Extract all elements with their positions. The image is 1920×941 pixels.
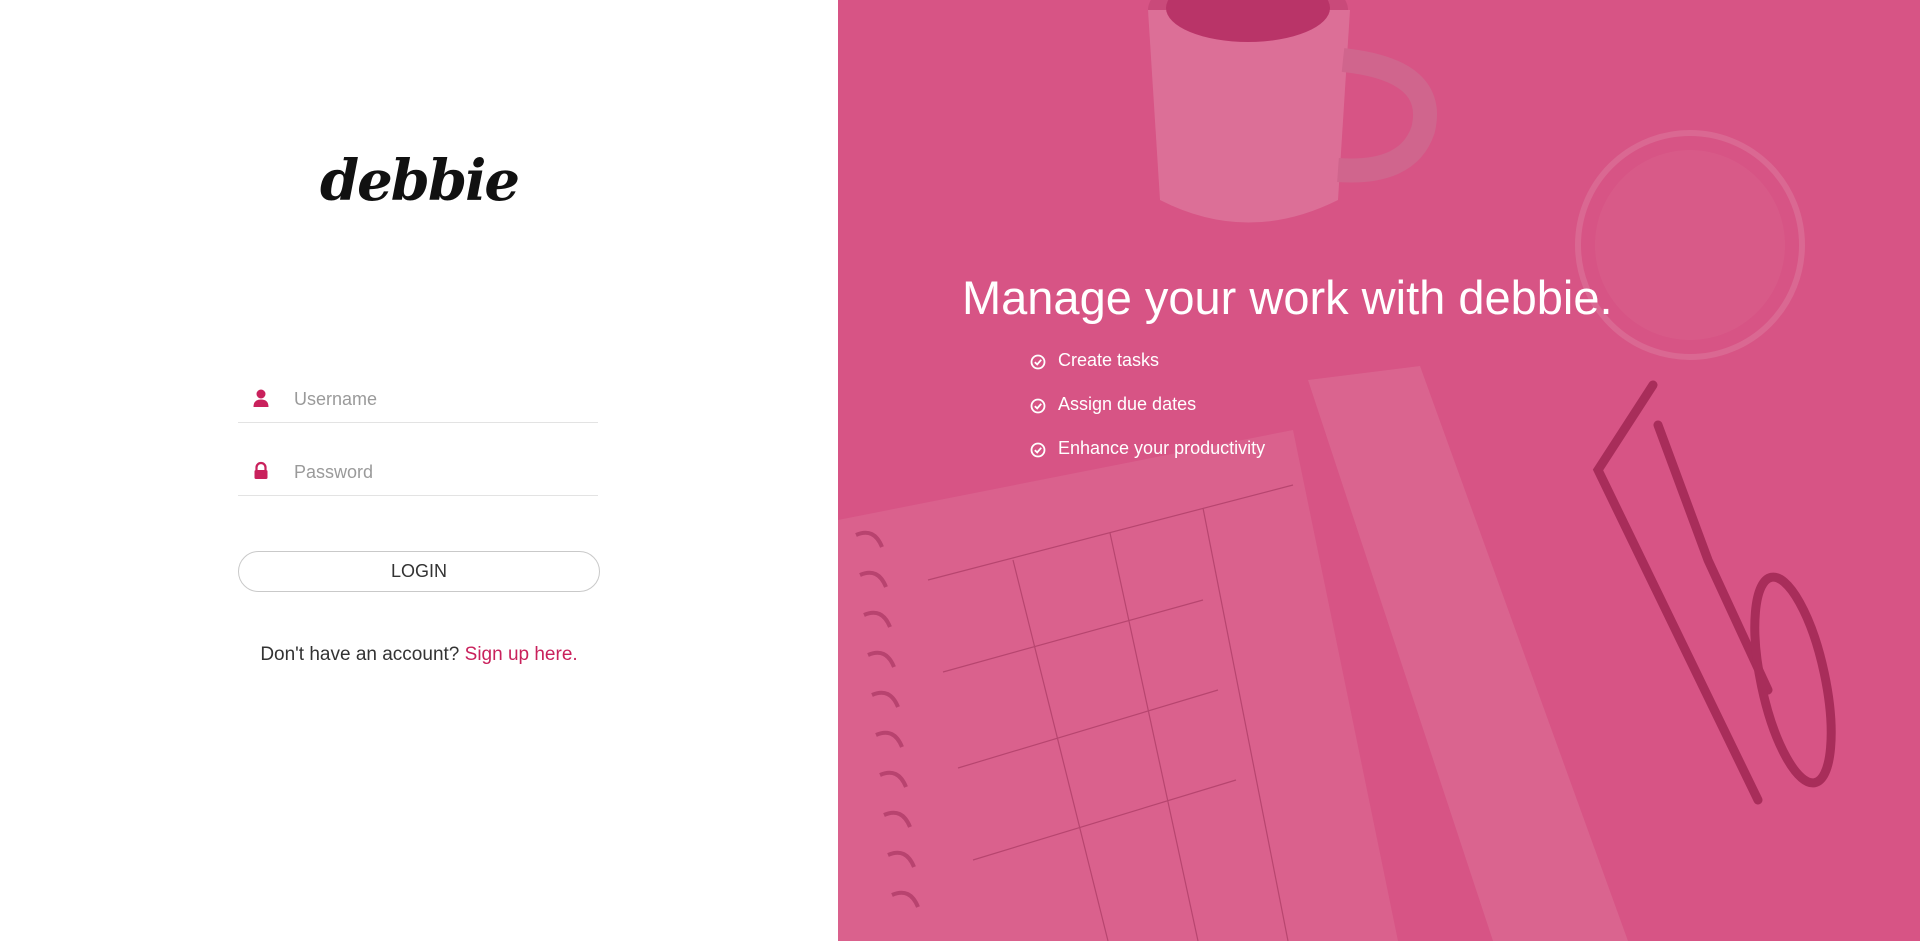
signup-row: Don't have an account? Sign up here. xyxy=(0,644,838,666)
feature-item: Assign due dates xyxy=(1030,392,1265,436)
lock-icon xyxy=(252,461,270,481)
check-circle-icon xyxy=(1030,440,1046,458)
username-input[interactable] xyxy=(294,384,584,414)
signup-link[interactable]: Sign up here. xyxy=(465,644,578,665)
login-panel: debbie LOGIN Don't have an account? Sign… xyxy=(0,0,838,941)
check-circle-icon xyxy=(1030,396,1046,414)
hero-headline: Manage your work with debbie. xyxy=(962,271,1613,324)
feature-label: Assign due dates xyxy=(1058,394,1197,414)
hero-panel: Manage your work with debbie. Create tas… xyxy=(838,0,1920,941)
login-button[interactable]: LOGIN xyxy=(238,551,600,592)
password-input[interactable] xyxy=(294,457,584,487)
check-circle-icon xyxy=(1030,352,1046,370)
desk-background-image xyxy=(838,0,1836,941)
feature-item: Create tasks xyxy=(1030,348,1265,392)
feature-list: Create tasks Assign due dates Enhance yo… xyxy=(1030,348,1265,480)
feature-label: Enhance your productivity xyxy=(1058,438,1266,458)
signup-prompt: Don't have an account? xyxy=(260,644,460,665)
feature-label: Create tasks xyxy=(1058,350,1160,370)
password-field xyxy=(238,451,598,496)
username-field xyxy=(238,378,598,423)
feature-item: Enhance your productivity xyxy=(1030,436,1265,480)
user-icon xyxy=(252,388,270,408)
brand-logo: debbie xyxy=(320,148,520,214)
